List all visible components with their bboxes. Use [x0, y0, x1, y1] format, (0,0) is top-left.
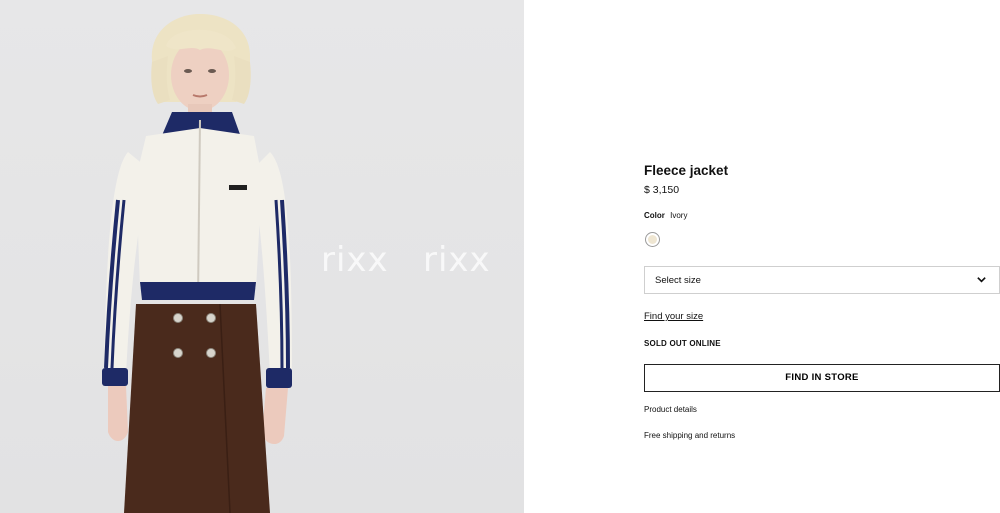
watermark-text: rixx	[321, 240, 389, 280]
chevron-down-icon	[977, 277, 986, 283]
product-info-panel: Fleece jacket $ 3,150 Color Ivory Select…	[644, 0, 1000, 513]
color-label: Color	[644, 211, 665, 220]
size-select[interactable]: Select size	[644, 266, 1000, 294]
watermark-text: rixx	[423, 240, 491, 280]
product-price: $ 3,150	[644, 184, 680, 196]
product-title: Fleece jacket	[644, 163, 729, 178]
find-in-store-button[interactable]: FIND IN STORE	[644, 364, 1000, 392]
size-select-value: Select size	[655, 275, 701, 286]
availability-status: SOLD OUT ONLINE	[644, 339, 721, 348]
product-details-link[interactable]: Product details	[644, 405, 697, 414]
color-swatch-ivory[interactable]	[645, 232, 660, 247]
color-value: Ivory	[670, 211, 688, 220]
color-row: Color Ivory	[644, 211, 687, 220]
product-image[interactable]: rixx rixx	[0, 0, 524, 513]
find-your-size-link[interactable]: Find your size	[644, 311, 703, 322]
shipping-returns-link[interactable]: Free shipping and returns	[644, 431, 735, 440]
